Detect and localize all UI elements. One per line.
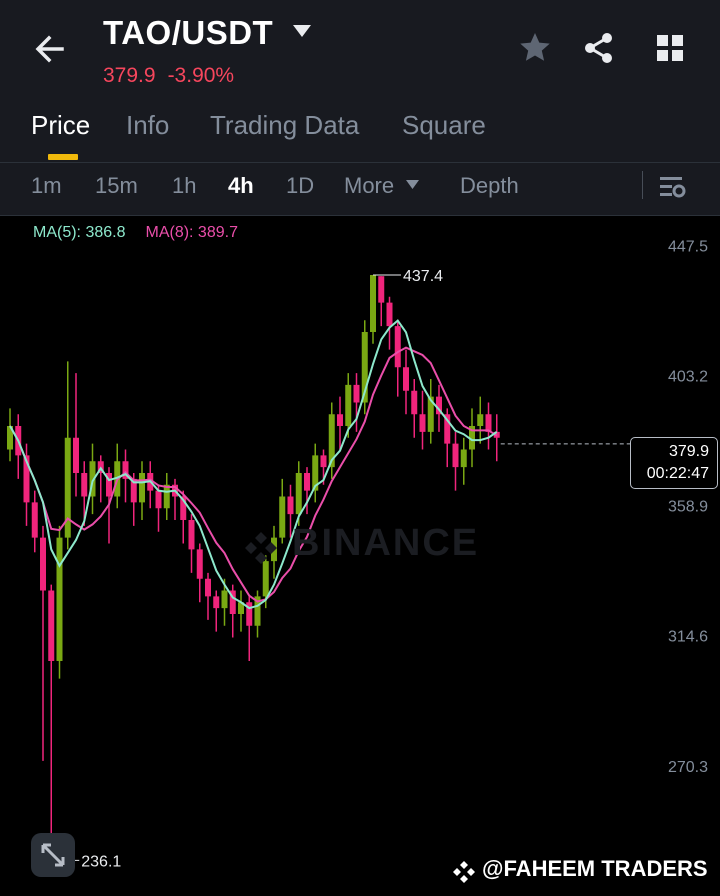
- binance-logo-icon: [245, 532, 277, 564]
- interval-bar: 1m 15m 1h 4h 1D More Depth: [0, 163, 720, 216]
- candle-body: [345, 384, 352, 426]
- y-axis-tick: 447.5: [668, 238, 708, 255]
- candle-body: [394, 326, 401, 368]
- low-price-label: 236.1: [81, 853, 121, 870]
- y-axis-tick: 403.2: [668, 368, 708, 385]
- candle-body: [205, 578, 211, 597]
- credit-text: @FAHEEM TRADERS: [482, 856, 708, 881]
- candle-body: [40, 537, 46, 591]
- interval-more[interactable]: More: [344, 173, 394, 199]
- candle-body: [419, 414, 426, 432]
- candle-body: [485, 414, 492, 432]
- tab-trading-data[interactable]: Trading Data: [210, 110, 359, 141]
- candle-body: [386, 302, 393, 327]
- y-axis-tick: 314.6: [668, 629, 708, 646]
- candle-countdown: 00:22:47: [646, 465, 709, 482]
- candle-body: [320, 455, 327, 468]
- candle-body: [279, 496, 286, 538]
- price-summary: 379.9 -3.90%: [103, 64, 246, 88]
- fullscreen-button[interactable]: [31, 833, 75, 877]
- candle-body: [262, 561, 269, 597]
- candle-body: [221, 590, 228, 609]
- star-icon[interactable]: [517, 30, 553, 66]
- candle-body: [48, 590, 55, 661]
- candle-body: [370, 275, 376, 332]
- main-tabs: Price Info Trading Data Square: [0, 100, 720, 163]
- last-price: 379.9: [103, 64, 156, 87]
- interval-4h[interactable]: 4h: [228, 173, 254, 199]
- ma-legend: MA(5): 386.8 MA(8): 389.7: [33, 224, 238, 242]
- candle-body: [155, 490, 162, 509]
- candle-body: [403, 367, 409, 391]
- ma5-label: MA(5): 386.8: [33, 224, 126, 241]
- candle-body: [139, 473, 145, 503]
- grid-icon[interactable]: [652, 30, 688, 66]
- current-price-value: 379.9: [668, 443, 709, 460]
- change-percent: -3.90%: [167, 64, 235, 87]
- candle-body: [196, 549, 203, 579]
- more-caret-icon[interactable]: [406, 180, 419, 189]
- tab-price[interactable]: Price: [31, 110, 90, 141]
- tab-info[interactable]: Info: [126, 110, 169, 141]
- candle-body: [378, 276, 385, 303]
- candle-body: [31, 502, 38, 538]
- candle-body: [56, 537, 63, 661]
- expand-icon: [41, 843, 65, 867]
- candle-body: [287, 496, 294, 515]
- candle-body: [295, 473, 302, 515]
- high-price-label: 437.4: [403, 268, 443, 285]
- candle-body: [353, 384, 360, 403]
- candle-body: [213, 596, 220, 609]
- y-axis-tick: 270.3: [668, 759, 708, 776]
- candle-body: [163, 484, 170, 509]
- current-price-tag: 379.9 00:22:47: [630, 437, 718, 489]
- top-header: TAO/USDT 379.9 -3.90%: [0, 0, 720, 100]
- ma8-label: MA(8): 389.7: [145, 224, 238, 241]
- tab-square[interactable]: Square: [402, 110, 486, 141]
- candle-body: [477, 414, 484, 426]
- interval-15m[interactable]: 15m: [95, 173, 138, 199]
- depth-tab[interactable]: Depth: [460, 173, 519, 199]
- active-tab-indicator: [48, 154, 78, 160]
- back-arrow-icon[interactable]: [30, 30, 70, 70]
- interval-divider: [642, 171, 643, 199]
- diamond-logo-icon: [453, 861, 475, 883]
- candle-body: [304, 473, 310, 491]
- pair-title[interactable]: TAO/USDT: [103, 14, 273, 52]
- candle-body: [460, 449, 467, 468]
- candle-body: [411, 390, 418, 415]
- chart-settings-icon[interactable]: [656, 171, 688, 203]
- candle-body: [452, 443, 459, 468]
- candlestick-chart[interactable]: 447.5 403.2 358.9 314.6 270.3 437.4 236.1 BINA…: [0, 216, 720, 896]
- interval-1h[interactable]: 1h: [172, 173, 196, 199]
- candle-body: [188, 520, 195, 550]
- binance-watermark: BINANCE: [292, 522, 480, 564]
- candle-body: [73, 437, 79, 473]
- interval-1m[interactable]: 1m: [31, 173, 62, 199]
- caret-down-icon[interactable]: [292, 24, 312, 38]
- y-axis-tick: 358.9: [668, 499, 708, 516]
- interval-1d[interactable]: 1D: [286, 173, 314, 199]
- share-icon[interactable]: [581, 30, 617, 66]
- candle-body: [81, 473, 88, 497]
- candle-body: [337, 414, 343, 426]
